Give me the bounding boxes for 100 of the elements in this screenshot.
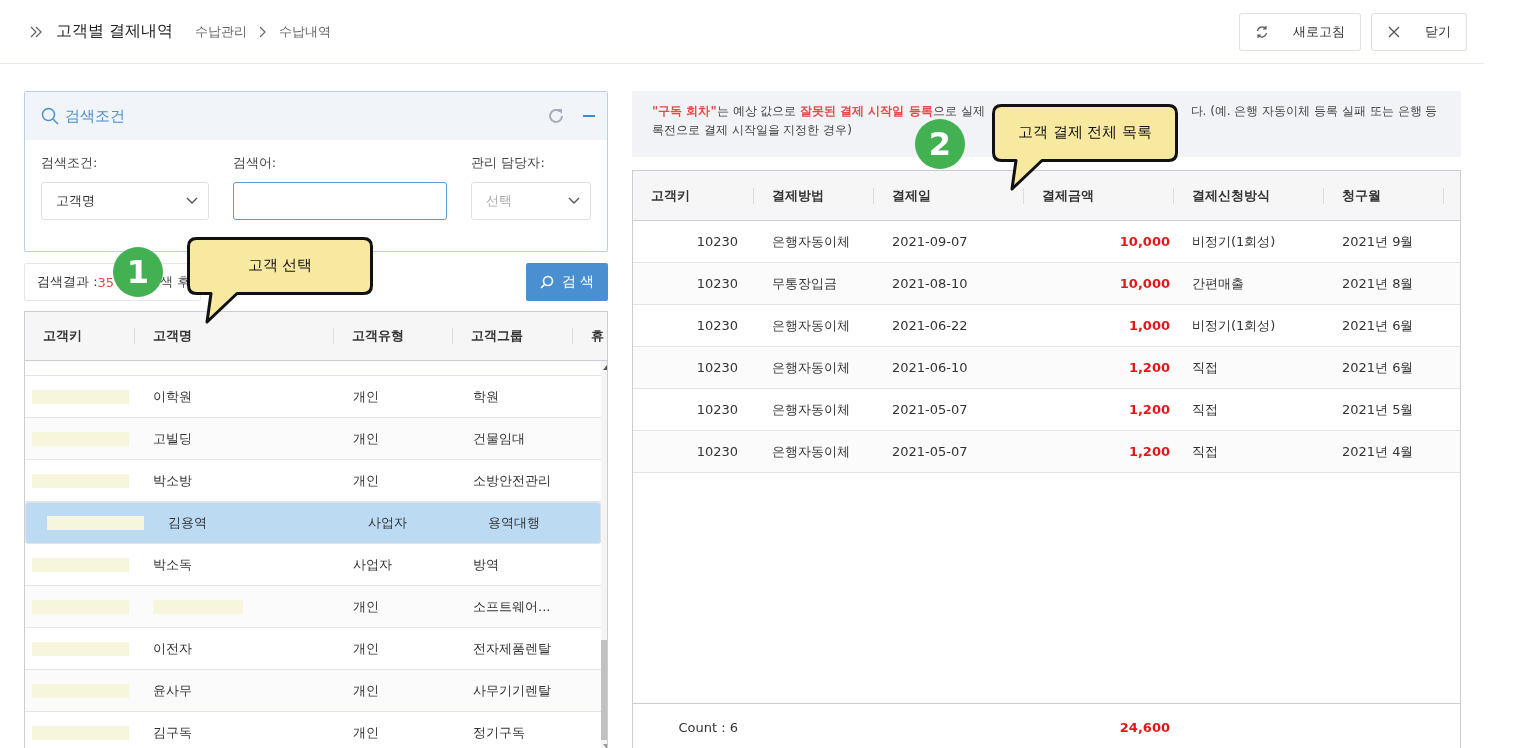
- result-text: 색 후: [160, 273, 191, 291]
- column-header[interactable]: 고객키: [43, 327, 82, 345]
- table-cell: 개인: [353, 471, 379, 490]
- close-icon: [1387, 24, 1401, 39]
- amount-cell: 10,000: [1119, 234, 1170, 249]
- table-cell: 은행자동이체: [772, 442, 850, 461]
- column-header[interactable]: 고객그룹: [471, 327, 524, 345]
- table-cell: 2021년 4월: [1342, 442, 1414, 461]
- breadcrumb-item[interactable]: 수납내역: [279, 22, 332, 41]
- row-count: Count : 6: [678, 720, 738, 735]
- result-label: 검색결과 :: [37, 273, 98, 291]
- table-cell: 개인: [353, 723, 379, 742]
- result-count: 35: [97, 274, 115, 290]
- notice-text: "구독 회차"는 예상 값으로 잘못된 결제 시작일 등록으로 실제: [652, 103, 985, 120]
- table-cell: 박소독: [153, 555, 192, 574]
- table-cell: 은행자동이체: [772, 358, 850, 377]
- table-cell: 2021년 8월: [1342, 274, 1414, 293]
- refresh-icon: [1255, 24, 1269, 39]
- refresh-button[interactable]: 새로고침: [1239, 12, 1361, 51]
- refresh-icon: [547, 107, 565, 125]
- table-cell: 개인: [353, 387, 379, 406]
- table-row[interactable]: 고빌딩 개인 건물임대: [25, 418, 601, 460]
- table-cell: 10230: [696, 444, 738, 459]
- chevron-right-icon: [259, 25, 268, 38]
- table-cell: 개인: [353, 639, 379, 658]
- table-cell: 이학원: [153, 387, 192, 406]
- table-cell: 사업자: [353, 555, 392, 574]
- amount-cell: 1,200: [1128, 444, 1170, 459]
- table-cell: 직접: [1192, 400, 1218, 419]
- table-row[interactable]: 윤사무 개인 사무기기렌탈: [25, 670, 601, 712]
- table-cell: 사업자: [368, 514, 407, 532]
- table-cell: 2021년 9월: [1342, 232, 1414, 251]
- column-header[interactable]: 고객유형: [351, 327, 404, 345]
- column-header[interactable]: 결제방법: [772, 186, 824, 205]
- table-cell: 직접: [1192, 442, 1218, 461]
- breadcrumb-item[interactable]: 수납관리: [195, 22, 248, 41]
- notice-text: 록전으로 결제 시작일을 지정한 경우): [652, 122, 852, 139]
- table-cell: 10230: [696, 360, 738, 375]
- table-cell: 무통장입금: [772, 274, 837, 293]
- column-header[interactable]: 결제신청방식: [1192, 186, 1270, 205]
- table-cell: 박소방: [153, 471, 192, 490]
- chevron-down-icon: [568, 197, 580, 205]
- table-cell: 방역: [473, 555, 499, 574]
- table-cell: 2021-06-22: [892, 318, 968, 333]
- column-header[interactable]: 결제일: [892, 186, 931, 205]
- table-cell: 김구독: [153, 723, 192, 742]
- column-header[interactable]: 결제금액: [1042, 186, 1094, 205]
- table-row[interactable]: 김용역 사업자 용역대행: [25, 502, 601, 544]
- table-cell: 은행자동이체: [772, 400, 850, 419]
- column-header[interactable]: 휴: [591, 328, 605, 344]
- table-cell: 비정기(1회성): [1192, 232, 1276, 251]
- table-cell: 10230: [696, 318, 738, 333]
- amount-cell: 1,200: [1128, 402, 1170, 417]
- table-cell: 정기구독: [473, 723, 525, 742]
- callout-text: 고객 결제 전체 목록: [1016, 123, 1154, 142]
- table-cell: 은행자동이체: [772, 316, 850, 335]
- table-cell: 2021년 6월: [1342, 316, 1414, 335]
- table-cell: 2021-06-10: [892, 360, 968, 375]
- table-cell: 소방안전관리: [473, 471, 551, 490]
- table-cell: 개인: [353, 597, 379, 616]
- table-cell: 2021-05-07: [892, 444, 968, 459]
- table-cell: 10230: [696, 276, 738, 291]
- double-chevron-icon: [30, 25, 42, 38]
- callout-text: 고객 선택: [246, 256, 314, 275]
- search-icon: [539, 275, 554, 289]
- table-cell: 은행자동이체: [772, 232, 850, 251]
- search-field[interactable]: [232, 182, 448, 220]
- amount-cell: 10,000: [1119, 276, 1170, 291]
- table-cell: 소프트웨어...: [473, 597, 551, 616]
- chevron-down-icon: [185, 197, 198, 205]
- table-cell: 고빌딩: [153, 429, 192, 448]
- dropdown[interactable]: 고객명: [41, 182, 209, 220]
- table-cell: 김용역: [168, 514, 207, 532]
- table-cell: 용역대행: [488, 514, 540, 532]
- total-amount: 24,600: [1119, 720, 1170, 735]
- table-cell: 2021-09-07: [892, 234, 968, 249]
- search-icon: [41, 107, 59, 125]
- table-cell: 비정기(1회성): [1192, 316, 1276, 335]
- table-cell: 2021-08-10: [892, 276, 968, 291]
- table-cell: 2021년 5월: [1342, 400, 1414, 419]
- amount-cell: 1,000: [1128, 318, 1170, 333]
- column-header[interactable]: 고객키: [651, 186, 690, 205]
- column-header[interactable]: 청구월: [1342, 186, 1381, 205]
- table-cell: 2021년 6월: [1342, 358, 1414, 377]
- notice-text: 다. (예. 은행 자동이체 등록 실패 또는 은행 등: [1190, 103, 1438, 120]
- table-cell: 이전자: [153, 639, 192, 658]
- table-cell: 10230: [696, 402, 738, 417]
- table-cell: 직접: [1192, 358, 1218, 377]
- table-row[interactable]: 개인 소프트웨어...: [25, 586, 601, 628]
- table-cell: 사무기기렌탈: [473, 681, 551, 700]
- table-cell: 전자제품렌탈: [473, 639, 551, 658]
- page-title: 고객별 결제내역: [56, 21, 174, 42]
- table-row[interactable]: 김구독 개인 정기구독: [25, 712, 601, 748]
- field-label: 검색조건:: [41, 154, 99, 172]
- table-cell: 10230: [696, 234, 738, 249]
- table-cell: 윤사무: [153, 681, 192, 700]
- close-button[interactable]: 닫기: [1371, 12, 1467, 51]
- column-header[interactable]: 고객명: [152, 327, 192, 345]
- panel-title: 검색조건: [65, 106, 125, 126]
- table-cell: 개인: [353, 429, 379, 448]
